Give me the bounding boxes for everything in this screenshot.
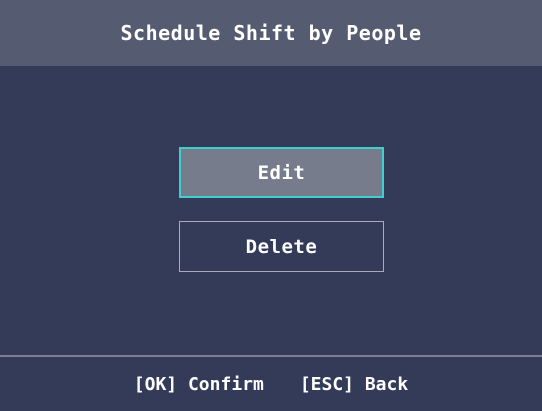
edit-button-label: Edit (257, 161, 306, 184)
page-title: Schedule Shift by People (120, 21, 422, 45)
title-bar: Schedule Shift by People (0, 0, 542, 66)
delete-button[interactable]: Delete (179, 221, 384, 272)
edit-button[interactable]: Edit (179, 147, 384, 198)
back-hint: [ESC] Back (299, 373, 409, 395)
delete-button-label: Delete (245, 235, 318, 258)
menu-panel: Edit Delete (0, 66, 542, 355)
key-hint-bar: [OK] Confirm [ESC] Back (0, 357, 542, 411)
confirm-hint: [OK] Confirm (133, 373, 264, 395)
